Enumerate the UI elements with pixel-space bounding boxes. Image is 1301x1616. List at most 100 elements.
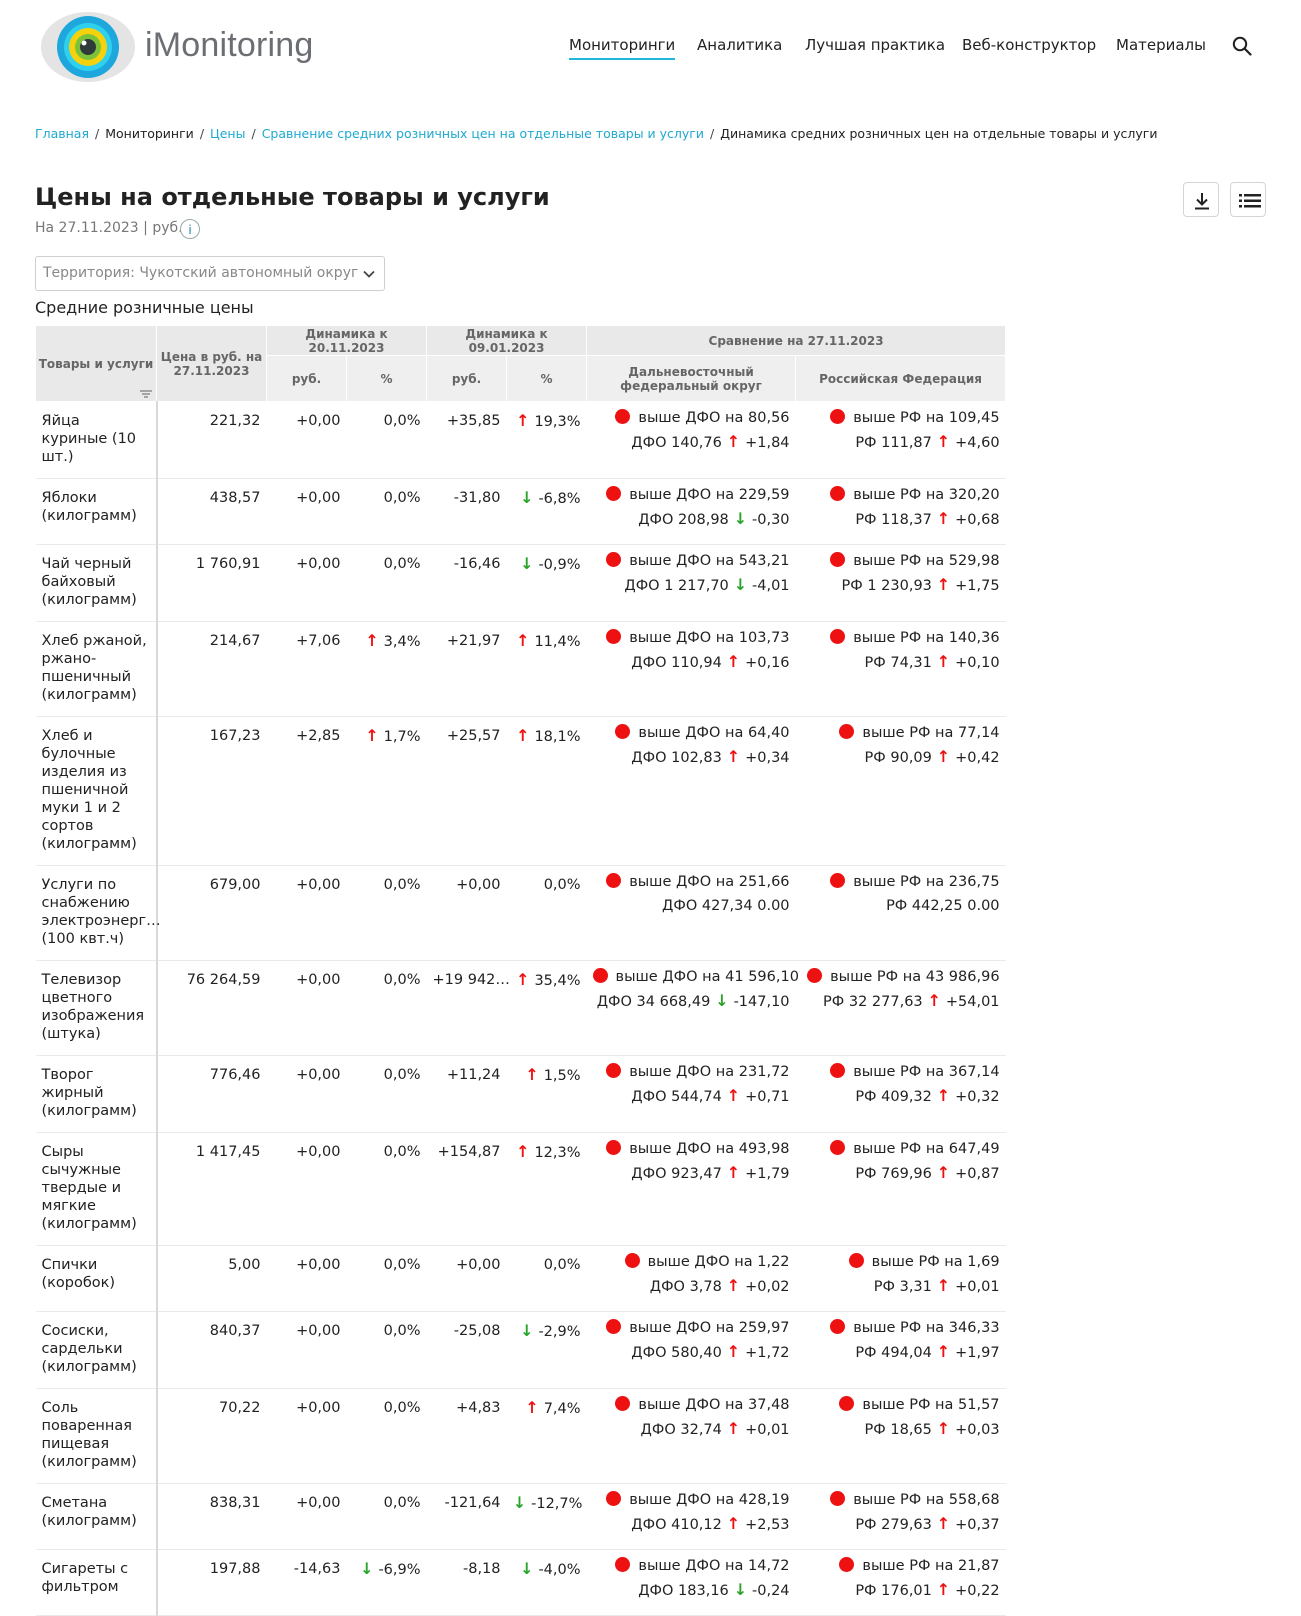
dfo-value: ДФО 183,16 [638, 1583, 729, 1599]
status-dot-icon [606, 873, 622, 888]
column-header-compare[interactable]: Сравнение на 27.11.2023 [586, 325, 1007, 356]
search-icon[interactable] [1232, 36, 1252, 56]
row-dyn1-rub: +0,00 [266, 544, 347, 622]
column-header-dyn1[interactable]: Динамика к 20.11.2023 [265, 325, 428, 356]
row-dyn2-pct: 18,1% [534, 729, 581, 745]
status-dot-icon [839, 724, 855, 739]
dfo-compare-text: выше ДФО на 229,59 [629, 487, 790, 503]
table-row[interactable]: Яйца куриные (10 шт.) 221,32 +0,00 0,0% +35… [35, 401, 1006, 479]
nav-item-web-constructor[interactable]: Веб-конструктор [962, 36, 1096, 54]
row-dyn1-rub: +0,00 [266, 1311, 347, 1389]
rf-compare-text: выше РФ на 558,68 [853, 1492, 1000, 1508]
column-header-goods-label: Товары и услуги [38, 356, 154, 371]
row-dyn2-pct-cell: ↓ -0,9% [506, 544, 587, 622]
row-dyn1-pct-cell: 0,0% [346, 478, 427, 545]
table-row[interactable]: Соль поваренная пищевая (килограмм) 70,22… [35, 1388, 1006, 1484]
rf-change: +0,37 [955, 1517, 1000, 1533]
filter-icon[interactable] [140, 389, 152, 399]
row-dyn1-pct: 0,0% [383, 1495, 421, 1511]
list-view-button[interactable] [1230, 182, 1266, 217]
dfo-value: ДФО 32,74 [640, 1422, 722, 1438]
dfo-value: ДФО 410,12 [631, 1517, 722, 1533]
row-name: Сметана (килограмм) [35, 1483, 158, 1550]
row-price: 5,00 [156, 1245, 267, 1312]
column-header-dyn2[interactable]: Динамика к 09.01.2023 [426, 325, 588, 356]
breadcrumb-separator: / [710, 126, 715, 141]
rf-value: РФ 18,65 [864, 1422, 932, 1438]
column-header-rf[interactable]: Российская Федерация [795, 355, 1007, 402]
rf-compare-text: выше РФ на 647,49 [853, 1141, 1000, 1157]
table-row[interactable]: Сметана (килограмм) 838,31 +0,00 0,0% -121,… [35, 1483, 1006, 1550]
table-row[interactable]: Хлеб ржаной, ржано-пшеничный (килограмм)… [35, 621, 1006, 717]
rf-compare-text: выше РФ на 367,14 [853, 1064, 1000, 1080]
breadcrumb-comparison[interactable]: Сравнение средних розничных цен на отдел… [262, 126, 704, 141]
column-header-dyn2-rub[interactable]: руб. [426, 355, 508, 402]
row-dyn1-pct: 0,0% [383, 1257, 421, 1273]
row-dyn1-pct-cell: 0,0% [346, 1388, 427, 1484]
main-nav: Мониторинги Аналитика Лучшая практика Ве… [0, 36, 1301, 66]
rf-compare-text: выше РФ на 346,33 [853, 1320, 1000, 1336]
row-dfo-compare: выше ДФО на 251,66 ДФО 427,34 0.00 [586, 865, 796, 961]
row-dyn2-rub: +25,57 [426, 716, 507, 866]
breadcrumb-home[interactable]: Главная [35, 126, 89, 141]
column-header-price[interactable]: Цена в руб. на 27.11.2023 [156, 325, 267, 402]
rf-change: +0,01 [955, 1279, 1000, 1295]
row-rf-compare: выше РФ на 109,45 РФ 111,87 ↑ +4,60 [795, 401, 1006, 479]
row-dyn2-pct-cell: ↑ 12,3% [506, 1132, 587, 1246]
arrow-up-icon: ↑ [726, 1514, 741, 1533]
row-dyn2-pct: 7,4% [543, 1401, 581, 1417]
download-button[interactable] [1183, 182, 1219, 217]
rf-value: РФ 176,01 [855, 1583, 932, 1599]
rf-value: РФ 32 277,63 [823, 994, 923, 1010]
row-dyn2-pct-cell: ↓ -12,7% [506, 1483, 587, 1550]
row-rf-compare: выше РФ на 367,14 РФ 409,32 ↑ +0,32 [795, 1055, 1006, 1133]
table-row[interactable]: Услуги по снабжению электроэнерг… (100 к… [35, 865, 1006, 961]
table-row[interactable]: Сосиски, сардельки (килограмм) 840,37 +0,0… [35, 1311, 1006, 1389]
column-header-dfo[interactable]: Дальневосточный федеральный округ [586, 355, 797, 402]
table-row[interactable]: Чай черный байховый (килограмм) 1 760,91 +… [35, 544, 1006, 622]
row-dfo-compare: выше ДФО на 64,40 ДФО 102,83 ↑ +0,34 [586, 716, 796, 866]
table-row[interactable]: Творог жирный (килограмм) 776,46 +0,00 0,0… [35, 1055, 1006, 1133]
table-row[interactable]: Телевизор цветного изображения (штука) 76… [35, 960, 1006, 1056]
breadcrumb-prices[interactable]: Цены [210, 126, 245, 141]
row-dyn2-pct-cell: ↑ 1,5% [506, 1055, 587, 1133]
row-dyn1-pct-cell: ↑ 1,7% [346, 716, 427, 866]
nav-item-best-practice[interactable]: Лучшая практика [805, 36, 945, 54]
row-dyn1-pct: 0,0% [383, 1400, 421, 1416]
table-row[interactable]: Сыры сычужные твердые и мягкие (килограм… [35, 1132, 1006, 1246]
rf-value: РФ 279,63 [855, 1517, 932, 1533]
rf-change: +0,42 [955, 750, 1000, 766]
rf-compare-text: выше РФ на 109,45 [853, 410, 1000, 426]
column-header-dyn2-pct[interactable]: % [506, 355, 588, 402]
status-dot-icon [830, 1491, 846, 1506]
rf-change: +4,60 [955, 435, 1000, 451]
row-dfo-compare: выше ДФО на 259,97 ДФО 580,40 ↑ +1,72 [586, 1311, 796, 1389]
arrow-up-icon: ↑ [726, 1086, 741, 1105]
row-price: 214,67 [156, 621, 267, 717]
row-dyn1-rub: +0,00 [266, 1483, 347, 1550]
nav-item-analytics[interactable]: Аналитика [697, 36, 782, 54]
column-header-goods[interactable]: Товары и услуги [35, 325, 157, 402]
arrow-up-icon: ↑ [726, 1342, 741, 1361]
table-row[interactable]: Хлеб и булочные изделия из пшеничной мук… [35, 716, 1006, 866]
table-row[interactable]: Яблоки (килограмм) 438,57 +0,00 0,0% -31,80… [35, 478, 1006, 545]
row-dyn2-rub: -121,64 [426, 1483, 507, 1550]
rf-compare-text: выше РФ на 1,69 [871, 1254, 1000, 1270]
column-header-dyn1-rub[interactable]: руб. [266, 355, 347, 402]
rf-compare-text: выше РФ на 140,36 [853, 630, 1000, 646]
arrow-up-icon: ↑ [365, 726, 379, 745]
column-header-dyn1-pct[interactable]: % [345, 355, 428, 402]
territory-select[interactable]: Территория: Чукотский автономный округ [35, 256, 385, 291]
dfo-change: +1,84 [745, 435, 790, 451]
arrow-up-icon: ↑ [936, 747, 951, 766]
dfo-change: -0,24 [752, 1583, 790, 1599]
row-dyn1-rub: +0,00 [266, 478, 347, 545]
nav-item-monitoring[interactable]: Мониторинги [569, 36, 676, 60]
row-dyn1-rub: +0,00 [266, 1132, 347, 1246]
rf-value: РФ 3,31 [873, 1279, 932, 1295]
info-icon[interactable]: i [180, 219, 200, 239]
status-dot-icon [830, 1319, 846, 1334]
table-row[interactable]: Сигареты с фильтром 197,88 -14,63 ↓ -6,9% -8… [35, 1549, 1006, 1616]
nav-item-materials[interactable]: Материалы [1116, 36, 1206, 54]
table-row[interactable]: Спички (коробок) 5,00 +0,00 0,0% +0,00 0,0%… [35, 1245, 1006, 1312]
